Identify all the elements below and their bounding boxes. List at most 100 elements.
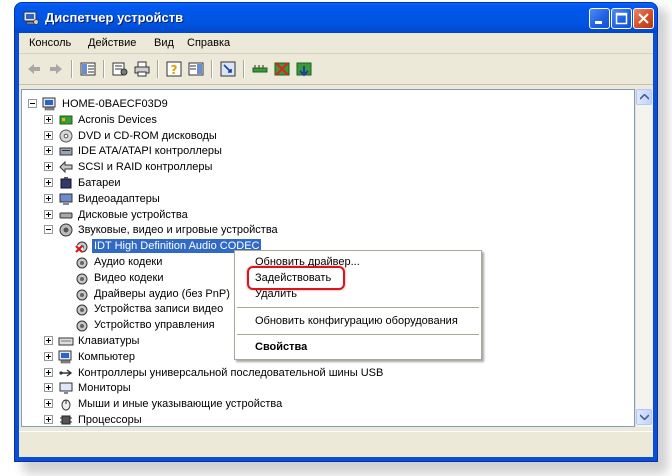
toolbar-separator: [157, 60, 159, 78]
expand-icon[interactable]: [44, 130, 53, 140]
forward-icon[interactable]: [47, 60, 65, 78]
tree-category[interactable]: Контроллеры универсальной последовательн…: [22, 365, 632, 381]
tree-category[interactable]: Acronis Devices: [22, 112, 632, 128]
tree-item-label: Мыши и иные указывающие устройства: [78, 398, 283, 411]
expand-icon[interactable]: [44, 383, 53, 393]
expand-icon[interactable]: [44, 178, 53, 187]
tree-item-label: Компьютер: [78, 350, 135, 363]
minimize-button[interactable]: [589, 8, 610, 29]
client-area: Консоль Действие Вид Справка ? HOME-0BAE…: [19, 33, 653, 457]
tree-category[interactable]: Звуковые, видео и игровые устройства: [22, 222, 632, 238]
tree-item-label: Мониторы: [78, 382, 131, 395]
toolbar: ?: [19, 54, 653, 85]
tree-category[interactable]: Дисковые устройства: [22, 207, 632, 223]
device-manager-icon: [23, 11, 39, 25]
speaker-icon: [76, 273, 88, 285]
tree-category[interactable]: Мыши и иные указывающие устройства: [22, 396, 632, 412]
minimize-icon: [595, 21, 602, 24]
scroll-down-button[interactable]: [636, 409, 652, 425]
computer-icon: [58, 350, 72, 364]
uninstall-icon[interactable]: [273, 60, 291, 78]
tree-category[interactable]: Видеоадаптеры: [22, 191, 632, 207]
scroll-up-button[interactable]: [636, 89, 652, 105]
battery-icon: [60, 177, 72, 189]
menu-help[interactable]: Справка: [187, 37, 230, 49]
scan-hardware-icon[interactable]: [219, 60, 237, 78]
properties-icon[interactable]: [111, 60, 129, 78]
title-bar[interactable]: Диспетчер устройств: [15, 3, 657, 33]
tree-item-label: SCSI и RAID контроллеры: [78, 161, 213, 174]
cdrom-icon: [59, 129, 73, 143]
sound-icon: [59, 223, 73, 237]
tree-root[interactable]: HOME-0BAECF03D9: [22, 96, 632, 112]
tree-item-label: Батареи: [78, 177, 121, 189]
monitor-icon: [59, 382, 73, 395]
tree-item-label: Видео кодеки: [94, 271, 164, 284]
window-title: Диспетчер устройств: [45, 10, 184, 25]
expand-icon[interactable]: [44, 351, 53, 361]
expand-icon[interactable]: [44, 367, 53, 377]
tree-item-label: Контроллеры универсальной последовательн…: [78, 366, 384, 379]
expand-icon[interactable]: [44, 209, 53, 219]
tree-category[interactable]: SCSI и RAID контроллеры: [22, 159, 632, 175]
maximize-button[interactable]: [611, 8, 632, 29]
toolbar-separator: [211, 60, 213, 78]
print-icon[interactable]: [133, 60, 151, 78]
disk-icon: [59, 212, 73, 219]
close-button[interactable]: [633, 8, 654, 29]
tree-item-label: Дисковые устройства: [78, 208, 188, 221]
toolbar-separator: [103, 60, 105, 78]
tree-category[interactable]: Мониторы: [22, 380, 632, 396]
tree-category[interactable]: IDE ATA/ATAPI контроллеры: [22, 143, 632, 159]
tree-item-label: Аудио кодеки: [94, 256, 163, 268]
tree-item-label: Звуковые, видео и игровые устройства: [78, 224, 278, 237]
enable-icon[interactable]: [295, 60, 313, 78]
menu-bar: Консоль Действие Вид Справка: [19, 33, 653, 54]
speaker-icon: [75, 241, 88, 254]
expand-icon[interactable]: [44, 193, 53, 203]
back-icon[interactable]: [25, 60, 43, 78]
tree-item-label: Устройства записи видео: [94, 303, 224, 316]
scsi-icon: [59, 160, 73, 174]
toolbar-separator: [243, 60, 245, 78]
expand-icon[interactable]: [44, 399, 53, 409]
speaker-icon: [76, 257, 88, 269]
vertical-scrollbar[interactable]: [635, 89, 652, 427]
menu-console[interactable]: Консоль: [29, 37, 71, 49]
toolbar-separator: [71, 60, 73, 78]
menu-item-properties[interactable]: Свойства: [255, 341, 307, 353]
svg-text:?: ?: [171, 63, 178, 77]
cpu-icon: [60, 415, 72, 425]
ide-icon: [59, 147, 73, 156]
tree-category[interactable]: Батареи: [22, 175, 632, 191]
tree-category[interactable]: DVD и CD-ROM дисководы: [22, 128, 632, 144]
device-icon: [59, 115, 73, 125]
collapse-icon[interactable]: [28, 99, 37, 108]
close-icon: [638, 13, 649, 24]
tree-view-icon[interactable]: [79, 60, 97, 78]
collapse-icon[interactable]: [44, 225, 53, 235]
update-driver-icon[interactable]: [251, 60, 269, 78]
tree-item-label: IDE ATA/ATAPI контроллеры: [78, 145, 222, 158]
expand-icon[interactable]: [44, 336, 53, 345]
expand-icon[interactable]: [44, 146, 53, 156]
menu-view[interactable]: Вид: [154, 37, 174, 49]
expand-icon[interactable]: [44, 415, 53, 424]
expand-icon[interactable]: [44, 162, 53, 172]
pane-icon[interactable]: [187, 60, 205, 78]
tree-item-label: Устройство управления: [94, 319, 215, 332]
help-icon[interactable]: ?: [165, 60, 183, 78]
speaker-icon: [76, 289, 88, 301]
display-icon: [59, 193, 73, 205]
keyboard-icon: [58, 337, 74, 346]
tree-item-label: Клавиатуры: [78, 335, 140, 347]
tree-item-label: Видеоадаптеры: [78, 192, 160, 205]
arrow-up-icon: [640, 94, 649, 100]
highlight-ring: [247, 266, 345, 290]
menu-item-scan-hardware[interactable]: Обновить конфигурацию оборудования: [255, 315, 458, 327]
menu-action[interactable]: Действие: [88, 37, 136, 49]
expand-icon[interactable]: [44, 114, 53, 124]
device-manager-window: Диспетчер устройств Консоль Действие Вид…: [14, 2, 658, 462]
tree-category[interactable]: Процессоры: [22, 412, 632, 426]
usb-icon: [59, 369, 73, 377]
